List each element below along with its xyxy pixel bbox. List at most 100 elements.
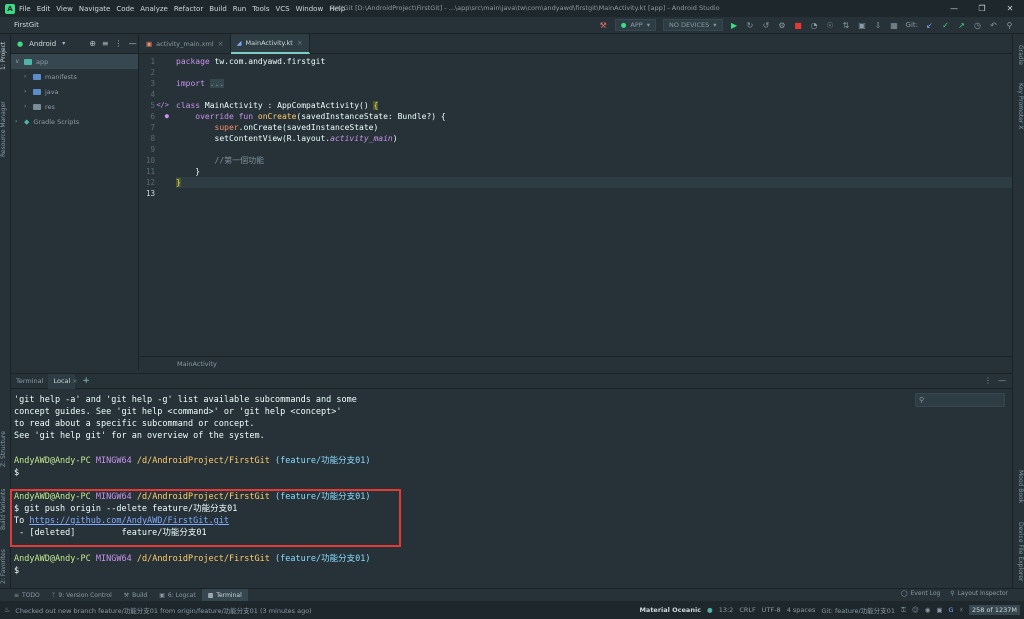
module-folder-icon: [24, 58, 32, 65]
run-icon[interactable]: ▶: [730, 21, 739, 30]
tool-tab-key-promoter[interactable]: Key Promoter X: [1012, 79, 1024, 134]
event-icon[interactable]: ▣: [936, 606, 942, 614]
avd-manager-icon[interactable]: ▣: [858, 21, 867, 30]
tool-tab-structure[interactable]: Z: Structure: [0, 424, 11, 474]
options-icon[interactable]: ⋮: [984, 376, 992, 385]
device-select[interactable]: NO DEVICES ▾: [662, 19, 723, 31]
tool-button-label: TODO: [22, 591, 40, 599]
keyword: super: [214, 123, 239, 132]
restore-icon[interactable]: ❐: [968, 0, 996, 17]
stop-icon[interactable]: ■: [794, 21, 803, 30]
tree-item-label: res: [45, 102, 55, 111]
menu-navigate[interactable]: Navigate: [79, 5, 110, 13]
menu-view[interactable]: View: [56, 5, 73, 13]
close-icon[interactable]: ✕: [996, 0, 1024, 17]
git-branch-widget[interactable]: Git: feature/功能分支01: [821, 605, 895, 615]
theme-widget[interactable]: Material Oceanic: [639, 606, 701, 614]
class-gutter-icon[interactable]: </>: [156, 101, 169, 109]
debug-icon[interactable]: ⚙: [778, 21, 787, 30]
editor-breadcrumb[interactable]: MainActivity: [140, 356, 1012, 370]
tool-button-terminal[interactable]: ▩ Terminal: [201, 589, 248, 601]
apply-changes-icon[interactable]: ↻: [746, 21, 755, 30]
terminal-output[interactable]: 'git help -a' and 'git help -g' list ava…: [11, 389, 1012, 586]
rollback-icon[interactable]: ↶: [989, 21, 998, 30]
line-separator[interactable]: CRLF: [739, 606, 755, 614]
menu-code[interactable]: Code: [116, 5, 134, 13]
menu-file[interactable]: File: [19, 5, 31, 13]
keyword: override fun: [195, 112, 254, 121]
tree-item-manifests[interactable]: › manifests: [11, 69, 138, 84]
menu-edit[interactable]: Edit: [37, 5, 51, 13]
project-view-select[interactable]: Android: [29, 40, 56, 48]
hint-icon[interactable]: ☓: [960, 606, 963, 614]
tree-item-res[interactable]: › res: [11, 99, 138, 114]
terminal-tab-local[interactable]: Local: [48, 373, 76, 389]
menu-tools[interactable]: Tools: [252, 5, 269, 13]
breadcrumb-project[interactable]: FirstGit: [14, 21, 39, 29]
tree-item-app[interactable]: ∨ app: [11, 54, 138, 69]
profile-icon[interactable]: ◔: [810, 21, 819, 30]
tool-tab-mood-book[interactable]: Mood Book: [1012, 464, 1024, 509]
sdk-manager-icon[interactable]: ⇩: [874, 21, 883, 30]
close-tab-icon[interactable]: ×: [218, 40, 224, 48]
code-editor[interactable]: package tw.com.andyawd.firstgit import .…: [173, 55, 1012, 356]
smiley-icon[interactable]: ☺: [912, 606, 919, 614]
menu-analyze[interactable]: Analyze: [140, 5, 168, 13]
status-message[interactable]: Checked out new branch feature/功能分支01 fr…: [15, 605, 311, 615]
indent-setting[interactable]: 4 spaces: [787, 606, 816, 614]
git-push-icon[interactable]: ↗: [957, 21, 966, 30]
menu-run[interactable]: Run: [233, 5, 246, 13]
menu-vcs[interactable]: VCS: [275, 5, 289, 13]
menu-build[interactable]: Build: [209, 5, 227, 13]
close-tab-icon[interactable]: ×: [297, 39, 303, 47]
sync-gradle-icon[interactable]: ⇅: [842, 21, 851, 30]
tool-tab-resource-manager[interactable]: Resource Manager: [0, 84, 11, 174]
terminal-search-field[interactable]: ⚲: [915, 393, 1005, 407]
chevron-down-icon[interactable]: ▾: [62, 40, 65, 47]
tree-item-java[interactable]: › java: [11, 84, 138, 99]
tool-tab-gradle[interactable]: Gradle: [1012, 40, 1024, 70]
hide-panel-icon[interactable]: —: [129, 39, 137, 48]
layout-inspector-icon[interactable]: ▦: [890, 21, 899, 30]
tool-button-layout-inspector[interactable]: ⚲ Layout Inspector: [950, 590, 1008, 597]
tool-button-build[interactable]: ⚒ Build: [118, 592, 153, 599]
tool-tab-favorites[interactable]: 2: Favorites: [0, 544, 11, 589]
memory-indicator[interactable]: 258 of 1237M: [969, 605, 1020, 615]
inspector-icon[interactable]: ◉: [925, 606, 931, 614]
tool-button-version-control[interactable]: ᛉ 9: Version Control: [46, 592, 118, 599]
hammer-icon[interactable]: ⚒: [599, 21, 608, 30]
caret-position[interactable]: 13:2: [719, 606, 734, 614]
chevron-down-icon[interactable]: ∨: [15, 58, 24, 65]
editor-tab-activity-main[interactable]: ▣ activity_main.xml ×: [140, 34, 231, 54]
menu-window[interactable]: Window: [296, 5, 324, 13]
collapse-all-icon[interactable]: ≡: [102, 39, 109, 48]
git-update-icon[interactable]: ↙: [925, 21, 934, 30]
hide-panel-icon[interactable]: —: [998, 376, 1006, 385]
run-config-select[interactable]: ● APP ▾: [614, 19, 656, 31]
apply-code-changes-icon[interactable]: ↺: [762, 21, 771, 30]
search-everywhere-icon[interactable]: ⚲: [1005, 21, 1014, 30]
tool-tab-device-file-explorer[interactable]: Device File Explorer: [1012, 519, 1024, 584]
attach-debugger-icon[interactable]: ☉: [826, 21, 835, 30]
chevron-right-icon[interactable]: ›: [24, 88, 33, 95]
folded-imports[interactable]: ...: [209, 79, 225, 88]
options-icon[interactable]: ⋮: [115, 39, 123, 48]
tool-tab-project[interactable]: 1: Project: [0, 36, 11, 76]
git-commit-icon[interactable]: ✓: [941, 21, 950, 30]
history-icon[interactable]: ◷: [973, 21, 982, 30]
locate-icon[interactable]: ⊕: [89, 39, 96, 48]
editor-tab-main-activity[interactable]: ◢ MainActivity.kt ×: [230, 34, 310, 54]
add-terminal-button[interactable]: +: [77, 374, 95, 389]
lock-icon[interactable]: ⚿: [901, 606, 906, 615]
tool-button-event-log[interactable]: ◯ Event Log: [901, 590, 941, 597]
override-gutter-icon[interactable]: ●: [165, 112, 169, 120]
menu-refactor[interactable]: Refactor: [174, 5, 203, 13]
minimize-icon[interactable]: —: [940, 0, 968, 17]
chevron-right-icon[interactable]: ›: [24, 103, 33, 110]
chevron-right-icon[interactable]: ›: [24, 73, 33, 80]
tree-item-gradle-scripts[interactable]: › ◆ Gradle Scripts: [11, 114, 138, 129]
file-encoding[interactable]: UTF-8: [762, 606, 781, 614]
tool-button-logcat[interactable]: ▣ 6: Logcat: [153, 592, 201, 599]
chevron-right-icon[interactable]: ›: [15, 118, 24, 125]
tool-button-todo[interactable]: ≡ TODO: [8, 592, 46, 599]
